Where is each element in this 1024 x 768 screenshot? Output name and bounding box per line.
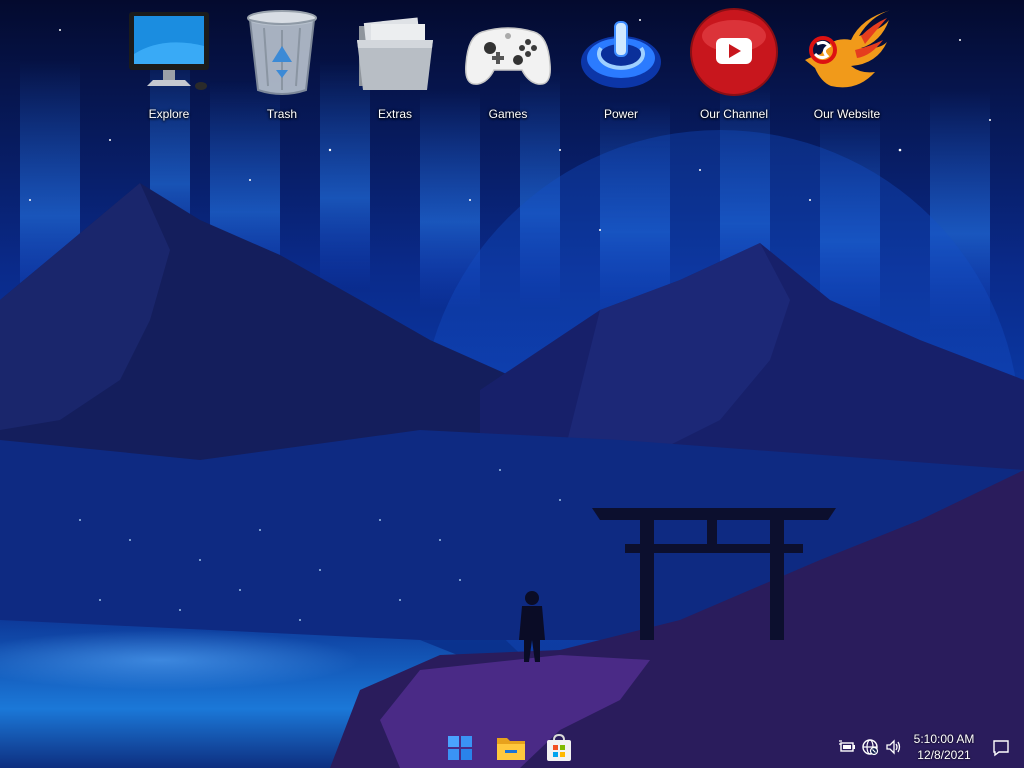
desktop-icon-power[interactable]: Power [571, 6, 671, 122]
desktop-icon-our-website[interactable]: Our Website [797, 6, 897, 122]
taskbar: 5:10:00 AM 12/8/2021 [0, 728, 1024, 768]
taskbar-clock[interactable]: 5:10:00 AM 12/8/2021 [906, 731, 982, 765]
clock-time: 5:10:00 AM [913, 732, 975, 746]
microsoft-store-taskbar-button[interactable] [539, 728, 579, 768]
desktop-icon-label: Explore [148, 107, 190, 121]
microsoft-store-icon [547, 733, 571, 761]
desktop-icon-label: Our Channel [699, 107, 769, 121]
desktop-icon-label: Extras [377, 107, 412, 121]
desktop-icon-label: Trash [266, 107, 298, 121]
desktop-icon-label: Games [488, 107, 528, 121]
phoenix-logo-icon [805, 10, 891, 88]
volume-icon[interactable] [885, 738, 903, 756]
file-explorer-taskbar-button[interactable] [491, 728, 531, 768]
network-icon[interactable] [861, 738, 879, 756]
desktop-icon-label: Power [603, 107, 638, 121]
start-button[interactable] [440, 728, 480, 768]
battery-icon[interactable] [838, 738, 856, 756]
folder-icon [357, 17, 433, 90]
windows-start-icon [448, 736, 472, 760]
youtube-icon [690, 8, 778, 96]
file-explorer-icon [497, 738, 525, 760]
computer-icon [129, 12, 209, 90]
desktop-icon-extras[interactable]: Extras [345, 6, 445, 122]
clock-date: 12/8/2021 [917, 748, 971, 762]
power-icon [581, 21, 661, 88]
desktop-icon-explore[interactable]: Explore [119, 6, 219, 122]
desktop-icon-games[interactable]: Games [458, 6, 558, 122]
notification-center-icon[interactable] [991, 738, 1011, 758]
desktop-icon-trash[interactable]: Trash [232, 6, 332, 122]
recycle-bin-icon [247, 10, 317, 95]
desktop-icon-label: Our Website [813, 107, 881, 121]
desktop-icon-our-channel[interactable]: Our Channel [684, 6, 784, 122]
gamepad-icon [465, 27, 551, 85]
